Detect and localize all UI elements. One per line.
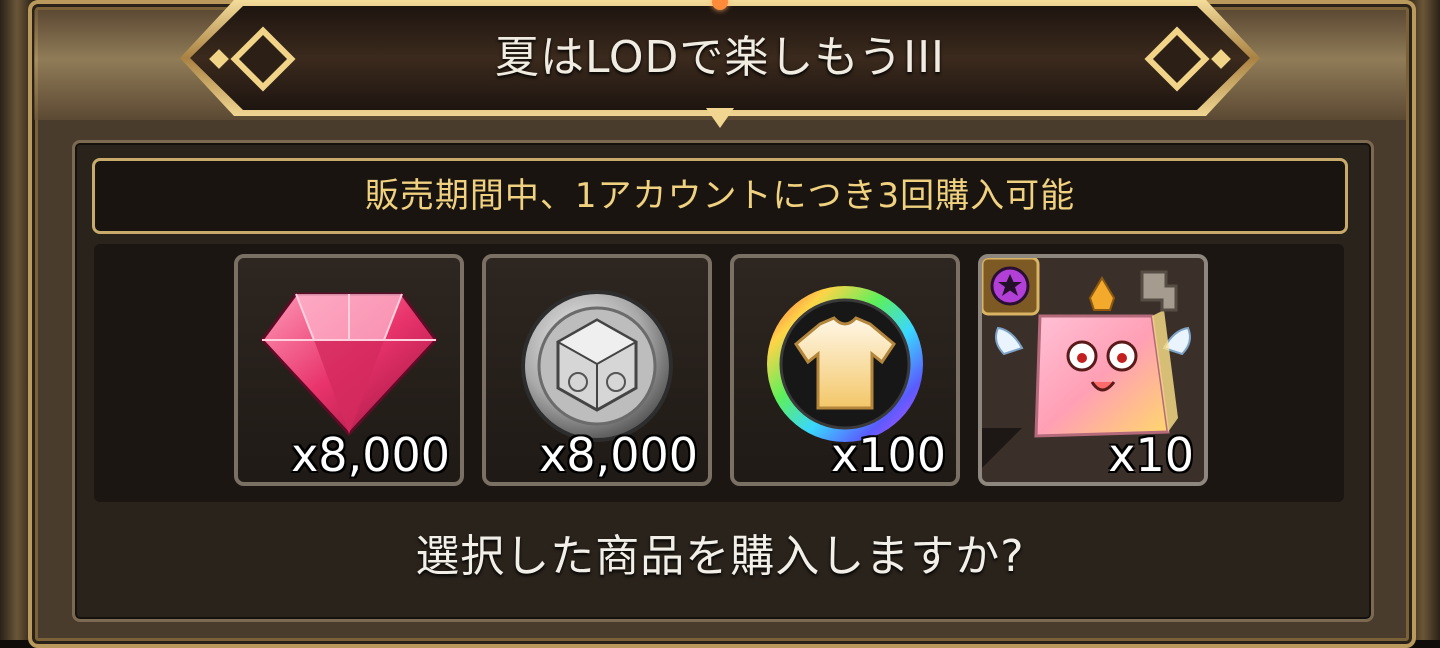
notice-text: 販売期間中、1アカウントにつき3回購入可能 [364, 176, 1076, 216]
dialog-title: 夏はLODで楽しもうIII [494, 32, 946, 83]
item-quantity: x8,000 [539, 428, 698, 482]
item-slot-silver-cube-coin[interactable]: x8,000 [482, 254, 712, 486]
item-quantity: x10 [1108, 428, 1194, 482]
item-quantity: x8,000 [291, 428, 450, 482]
item-slot-ruby-gem[interactable]: x8,000 [234, 254, 464, 486]
item-quantity: x100 [830, 428, 946, 482]
item-slot-angel-cube-mascot[interactable]: x10 [978, 254, 1208, 486]
purchase-limit-notice: 販売期間中、1アカウントにつき3回購入可能 [92, 158, 1348, 234]
purchase-confirm-question: 選択した商品を購入しますか? [415, 531, 1025, 582]
item-slot-rainbow-shirt-token[interactable]: x100 [730, 254, 960, 486]
